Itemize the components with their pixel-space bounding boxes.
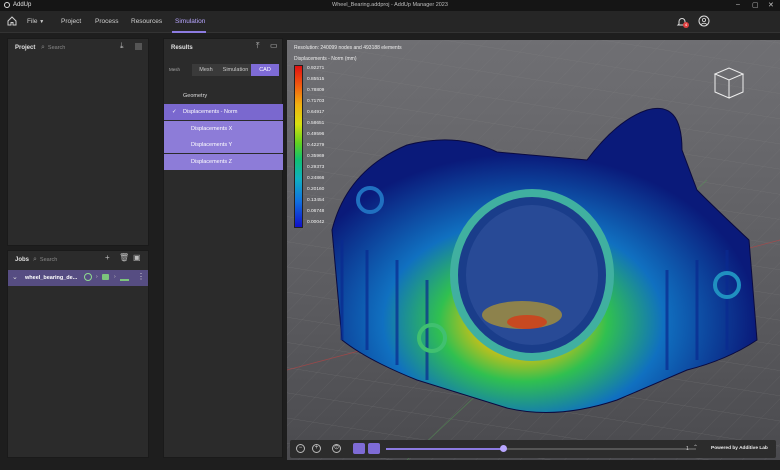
export-icon[interactable]: ⤒	[256, 42, 260, 50]
jobs-panel-title: Jobs	[15, 257, 30, 263]
project-panel: Project ⌕ Search ⤓	[7, 38, 149, 246]
minimize-icon[interactable]: –	[736, 1, 740, 8]
add-job-icon[interactable]: +	[105, 254, 110, 262]
color-scale-value: 0.92271	[307, 66, 325, 71]
result-item-label: Displacements X	[191, 126, 233, 132]
maximize-icon[interactable]: ▢	[752, 1, 759, 9]
user-avatar-icon[interactable]	[698, 15, 710, 29]
mesh-render	[287, 40, 780, 460]
project-search-input[interactable]: ⌕ Search	[41, 44, 65, 52]
color-scale-value: 0.42279	[307, 143, 325, 148]
folder-icon[interactable]: ▭	[270, 42, 278, 50]
job-name: wheel_bearing_de...	[25, 275, 78, 281]
build-status-icon	[102, 274, 109, 280]
jobs-search-placeholder: Search	[39, 257, 58, 263]
color-scale-value: 0.71703	[307, 99, 325, 104]
resolution-text: Resolution: 240099 nodes and 493188 elem…	[294, 45, 402, 51]
menu-process[interactable]: Process	[95, 18, 118, 25]
timeline-slider-fill	[386, 448, 503, 450]
import-icon[interactable]: ⤓	[120, 42, 124, 50]
home-icon[interactable]	[6, 15, 18, 29]
color-scale-value: 0.35969	[307, 154, 325, 159]
legend-title: Displacements - Norm (mm)	[294, 56, 357, 62]
jobs-panel: Jobs ⌕ Search + 🗑 ▣ ⌄ wheel_bearing_de..…	[7, 250, 149, 458]
view-mode-solid-icon[interactable]	[353, 443, 365, 454]
job-row[interactable]: ⌄ wheel_bearing_de... › › ⋮	[8, 270, 148, 286]
settings-status-icon	[84, 273, 92, 281]
results-panel-title: Results	[171, 45, 193, 51]
color-scale-value: 0.24866	[307, 176, 325, 181]
menu-bar: File ▼ Project Process Resources Simulat…	[0, 11, 780, 33]
tab-mesh[interactable]: Mesh	[192, 64, 220, 76]
notification-badge: 4	[683, 22, 689, 28]
result-item-geometry[interactable]: Geometry	[164, 88, 283, 104]
result-item-displacements-z[interactable]: Displacements Z	[164, 154, 283, 170]
project-panel-title: Project	[15, 45, 36, 51]
menu-file[interactable]: File ▼	[27, 18, 44, 25]
tab-cad[interactable]: CAD	[251, 64, 279, 76]
powered-by-text: Powered by Additive Lab	[711, 446, 768, 451]
color-scale-value: 0.06748	[307, 209, 325, 214]
result-item-displacements-x[interactable]: Displacements X	[164, 121, 283, 137]
archive-icon[interactable]: ▣	[133, 254, 141, 262]
menu-resources[interactable]: Resources	[131, 18, 162, 25]
result-item-label: Geometry	[183, 93, 208, 99]
jobs-search-input[interactable]: ⌕ Search	[33, 256, 57, 264]
menu-file-label: File	[27, 18, 38, 25]
3d-viewport[interactable]	[287, 40, 780, 460]
result-item-label: Displacements Z	[191, 159, 232, 165]
title-bar: AddUp Wheel_Bearing.addproj - AddUp Mana…	[0, 0, 780, 11]
project-search-placeholder: Search	[47, 45, 66, 51]
menu-simulation[interactable]: Simulation	[175, 18, 205, 25]
color-scale-value: 0.00042	[307, 220, 325, 225]
color-scale-value: 0.64917	[307, 110, 325, 115]
color-scale-value: 0.13454	[307, 198, 325, 203]
color-scale-value: 0.85515	[307, 77, 325, 82]
color-scale-value: 0.78809	[307, 88, 325, 93]
page-stepper-icon[interactable]: ⌃	[693, 444, 698, 451]
zoom-out-icon[interactable]: −	[296, 444, 305, 453]
notifications-button[interactable]: 4	[676, 16, 689, 30]
result-item-label: Displacements Y	[191, 142, 233, 148]
trash-icon[interactable]: 🗑	[119, 254, 129, 262]
window-title: Wheel_Bearing.addproj - AddUp Manager 20…	[332, 2, 448, 8]
zoom-fit-icon[interactable]: ⊙	[332, 444, 341, 453]
tab-simulation[interactable]: Simulation	[220, 64, 251, 76]
color-scale-value: 0.20160	[307, 187, 325, 192]
result-item-displacements-norm[interactable]: ✓ Displacements - Norm	[164, 104, 283, 120]
search-icon: ⌕	[33, 256, 37, 263]
result-item-label: Displacements - Norm	[183, 109, 238, 115]
view-mode-mesh-icon[interactable]	[368, 443, 380, 454]
collapse-icon[interactable]	[135, 43, 142, 50]
color-scale-value: 0.58651	[307, 121, 325, 126]
active-menu-indicator	[172, 31, 206, 33]
zoom-in-icon[interactable]: +	[312, 444, 321, 453]
timeline-slider-handle[interactable]	[500, 445, 507, 452]
simulation-status-icon	[120, 273, 129, 281]
chevron-right-icon: ›	[96, 274, 98, 280]
page-indicator: 1	[686, 446, 689, 452]
chevron-right-icon: ›	[114, 274, 116, 280]
result-item-displacements-y[interactable]: Displacements Y	[164, 137, 283, 153]
color-scale-value: 0.29373	[307, 165, 325, 170]
search-icon: ⌕	[41, 44, 45, 51]
close-icon[interactable]: ✕	[768, 1, 774, 9]
color-scale-value: 0.49596	[307, 132, 325, 137]
hotspot-red	[507, 315, 547, 329]
chevron-down-icon: ▼	[39, 19, 45, 25]
check-icon: ✓	[172, 109, 177, 115]
chevron-down-icon[interactable]: ⌄	[12, 273, 18, 281]
color-scale-bar	[294, 65, 303, 228]
menu-project[interactable]: Project	[61, 18, 81, 25]
more-options-icon[interactable]: ⋮	[137, 272, 145, 281]
mesh-source-label: Mesh	[169, 67, 181, 72]
